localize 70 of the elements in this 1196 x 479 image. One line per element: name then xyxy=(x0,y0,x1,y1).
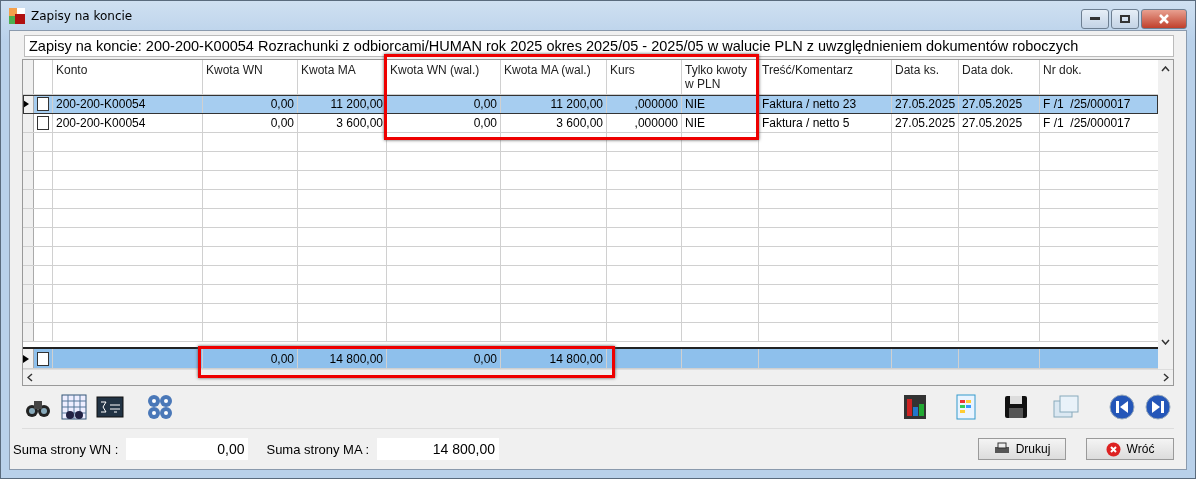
table-cell: ,000000 xyxy=(607,114,682,132)
window-title: Zapisy na koncie xyxy=(31,8,133,23)
column-header[interactable]: Data dok. xyxy=(959,60,1040,94)
close-icon xyxy=(1159,14,1169,24)
table-cell: NIE xyxy=(682,114,759,132)
last-record-icon[interactable] xyxy=(1144,393,1172,421)
table-row[interactable]: 200-200-K00054 0,00 11 200,00 0,00 11 200,00 ,000000 NIE Faktura / netto 23 27.05.2025 27.05.2025 F /1 /25/000017 xyxy=(23,95,1158,114)
column-header[interactable]: Kurs xyxy=(607,60,682,94)
row-pointer-icon xyxy=(23,100,29,108)
scroll-right-icon[interactable] xyxy=(1163,373,1169,382)
table-cell: ,000000 xyxy=(607,95,682,113)
scroll-down-icon[interactable] xyxy=(1161,339,1170,345)
save-icon[interactable] xyxy=(1002,393,1030,421)
sum-label: Suma strony MA : xyxy=(266,441,370,457)
print-button[interactable]: Drukuj xyxy=(978,438,1066,460)
horizontal-scrollbar[interactable] xyxy=(23,369,1173,385)
table-cell: 14 800,00 xyxy=(501,349,607,368)
table-cell: Faktura / netto 5 xyxy=(759,114,892,132)
row-pointer-icon xyxy=(23,354,29,363)
column-header[interactable]: Kwota MA (wal.) xyxy=(501,60,607,94)
table-cell: 14 800,00 xyxy=(298,349,387,368)
table-cell: 3 600,00 xyxy=(298,114,387,132)
table-cell: 27.05.2025 xyxy=(892,95,959,113)
scroll-left-icon[interactable] xyxy=(27,373,33,382)
table-cell: 0,00 xyxy=(387,95,501,113)
table-cell: 200-200-K00054 xyxy=(53,95,203,113)
table-cell: NIE xyxy=(682,95,759,113)
table-row[interactable]: 200-200-K00054 0,00 3 600,00 0,00 3 600,00 ,000000 NIE Faktura / netto 5 27.05.2025 27.05.2025 F /1 /25/000017 xyxy=(23,114,1158,133)
printer-icon xyxy=(993,442,1010,456)
row-checkbox[interactable] xyxy=(37,116,49,130)
scroll-up-icon[interactable] xyxy=(1161,66,1170,72)
sum-field: 0,00 xyxy=(126,438,249,460)
minimize-button[interactable] xyxy=(1081,9,1109,29)
table-cell: 0,00 xyxy=(387,114,501,132)
sum-field: 14 800,00 xyxy=(377,438,500,460)
minimize-icon xyxy=(1090,17,1100,21)
close-icon xyxy=(1105,441,1121,457)
column-header[interactable]: Kwota WN (wal.) xyxy=(387,60,501,94)
table-cell: Faktura / netto 23 xyxy=(759,95,892,113)
column-header[interactable]: Kwota WN xyxy=(203,60,298,94)
column-header[interactable]: Data ks. xyxy=(892,60,959,94)
table-cell: 0,00 xyxy=(203,349,298,368)
table-cell: 0,00 xyxy=(203,114,298,132)
first-record-icon[interactable] xyxy=(1108,393,1136,421)
column-header[interactable]: Kwota MA xyxy=(298,60,387,94)
sum-label: Suma strony WN : xyxy=(13,441,119,457)
account-info: Zapisy na koncie: 200-200-K00054 Rozrachunki z odbiorcami/HUMAN rok 2025 okres 2025/05 - 2025/05 w walucie PLN z uwzględnieniem dokumentów roboczych xyxy=(24,35,1174,57)
table-cell: 0,00 xyxy=(203,95,298,113)
table-cell: 200-200-K00054 xyxy=(53,114,203,132)
vertical-scrollbar[interactable] xyxy=(1158,60,1173,369)
table-cell: 11 200,00 xyxy=(501,95,607,113)
app-icon xyxy=(9,7,25,24)
table-cell: 27.05.2025 xyxy=(959,95,1040,113)
table-search-icon[interactable] xyxy=(60,393,88,421)
table-cell: 0,00 xyxy=(387,349,501,368)
maximize-button[interactable] xyxy=(1111,9,1139,29)
table-cell: 27.05.2025 xyxy=(892,114,959,132)
close-button[interactable] xyxy=(1141,9,1187,29)
column-header[interactable]: Treść/Komentarz xyxy=(759,60,892,94)
row-checkbox[interactable] xyxy=(37,351,49,366)
maximize-icon xyxy=(1120,15,1130,23)
column-header[interactable]: Tylko kwoty w PLN xyxy=(682,60,759,94)
calculator-icon[interactable] xyxy=(96,393,124,421)
row-checkbox[interactable] xyxy=(37,97,49,111)
table-cell: 27.05.2025 xyxy=(959,114,1040,132)
table-cell: 3 600,00 xyxy=(501,114,607,132)
row-header[interactable] xyxy=(23,95,34,113)
column-header[interactable]: Konto xyxy=(53,60,203,94)
back-button[interactable]: Wróć xyxy=(1086,438,1174,460)
table-cell: 11 200,00 xyxy=(298,95,387,113)
